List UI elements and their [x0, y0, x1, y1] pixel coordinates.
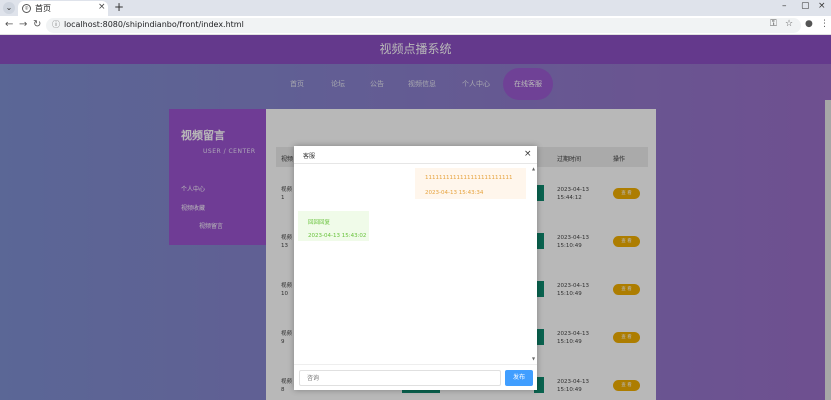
maximize-icon[interactable]: ▢ — [801, 1, 810, 11]
menu-icon[interactable]: ⋮ — [820, 19, 829, 29]
message-scrollbar[interactable]: ▲ ▼ — [532, 166, 536, 364]
browser-tab[interactable]: ⌾ 首页 × — [18, 1, 108, 16]
minimize-icon[interactable]: – — [782, 1, 787, 11]
window-close-icon[interactable]: × — [818, 1, 826, 11]
reload-icon[interactable]: ↻ — [33, 19, 41, 30]
chat-input[interactable] — [299, 370, 501, 386]
key-icon[interactable]: ⚿ — [770, 19, 777, 29]
profile-icon[interactable]: ● — [805, 19, 813, 29]
site-info-icon[interactable]: ⓘ — [52, 19, 60, 30]
close-icon[interactable]: × — [524, 149, 532, 159]
browser-address-bar: ← → ↻ ⓘ localhost:8080/shipindianbo/fron… — [0, 16, 831, 35]
dialog-header: 客服 × — [294, 146, 537, 164]
message-list: 1111111111111111111111111 2023-04-13 15:… — [294, 164, 537, 364]
dialog-title: 客服 — [303, 153, 316, 160]
favicon-icon: ⌾ — [22, 4, 31, 13]
tab-close-icon[interactable]: × — [98, 2, 106, 12]
back-icon[interactable]: ← — [5, 19, 13, 30]
dialog-footer: 发布 — [294, 364, 537, 390]
tab-title: 首页 — [35, 4, 51, 13]
url-field[interactable]: ⓘ localhost:8080/shipindianbo/front/inde… — [46, 18, 801, 33]
chat-dialog: 客服 × 1111111111111111111111111 2023-04-1… — [294, 146, 537, 390]
message-text: 1111111111111111111111111 — [425, 175, 513, 181]
browser-tab-bar: ⌄ ⌾ 首页 × + – ▢ × — [0, 0, 831, 16]
message-time: 2023-04-13 15:43:02 — [308, 233, 367, 239]
new-tab-icon[interactable]: + — [114, 0, 124, 14]
forward-icon[interactable]: → — [19, 19, 27, 30]
message-bubble-sent: 1111111111111111111111111 2023-04-13 15:… — [415, 168, 526, 199]
message-time: 2023-04-13 15:43:34 — [425, 190, 484, 196]
tab-search-icon[interactable]: ⌄ — [3, 2, 15, 14]
bookmark-star-icon[interactable]: ☆ — [785, 19, 793, 29]
scroll-down-icon[interactable]: ▼ — [532, 356, 535, 361]
message-bubble-received: 回回回复 2023-04-13 15:43:02 — [298, 211, 369, 241]
send-button[interactable]: 发布 — [505, 370, 533, 386]
scroll-up-icon[interactable]: ▲ — [532, 166, 535, 171]
url-text: localhost:8080/shipindianbo/front/index.… — [64, 20, 244, 29]
message-text: 回回回复 — [308, 220, 331, 226]
